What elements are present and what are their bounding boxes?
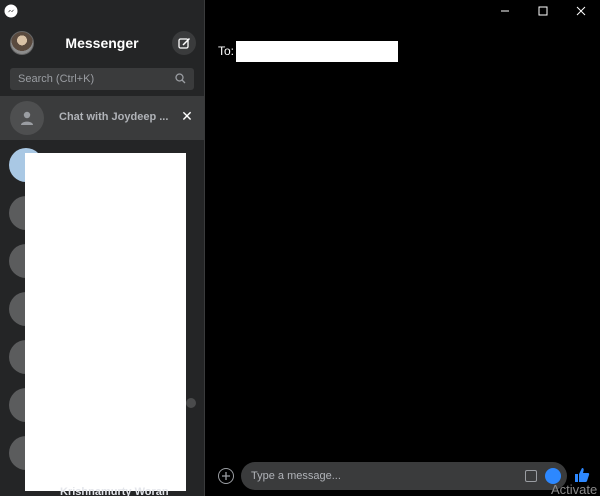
active-chat-row[interactable]: Chat with Joydeep ... ✕ <box>0 96 204 140</box>
sidebar: Messenger Chat with Joydeep ... ✕ <box>0 0 204 496</box>
message-composer <box>241 462 567 490</box>
add-attachment-button[interactable] <box>218 468 234 484</box>
search-input[interactable] <box>18 68 168 90</box>
recipient-input[interactable] <box>236 41 398 62</box>
search-bar <box>10 68 194 90</box>
sidebar-header: Messenger <box>0 28 204 60</box>
chat-avatar <box>10 101 44 135</box>
read-receipt-icon <box>186 398 196 408</box>
redacted-area <box>25 153 186 491</box>
contact-name: Krishnamurty Woran <box>60 486 169 496</box>
messenger-logo-icon <box>4 4 18 18</box>
close-icon <box>576 6 586 16</box>
chat-name: Chat with Joydeep ... <box>59 111 169 123</box>
plus-icon <box>222 472 230 480</box>
minimize-icon <box>501 10 509 12</box>
maximize-button[interactable] <box>524 0 562 22</box>
person-icon <box>21 111 33 125</box>
maximize-icon <box>538 6 548 16</box>
sticker-icon[interactable] <box>525 470 537 482</box>
search-icon <box>175 73 186 84</box>
to-label: To: <box>218 44 235 58</box>
compose-icon <box>177 37 190 49</box>
close-icon[interactable]: ✕ <box>179 108 195 124</box>
message-input[interactable] <box>251 462 521 490</box>
window-controls <box>486 0 600 22</box>
compose-button[interactable] <box>172 31 196 55</box>
close-window-button[interactable] <box>562 0 600 22</box>
activation-watermark: Activate <box>551 482 598 496</box>
minimize-button[interactable] <box>486 0 524 22</box>
conversation-panel: To: Activate <box>204 0 600 496</box>
